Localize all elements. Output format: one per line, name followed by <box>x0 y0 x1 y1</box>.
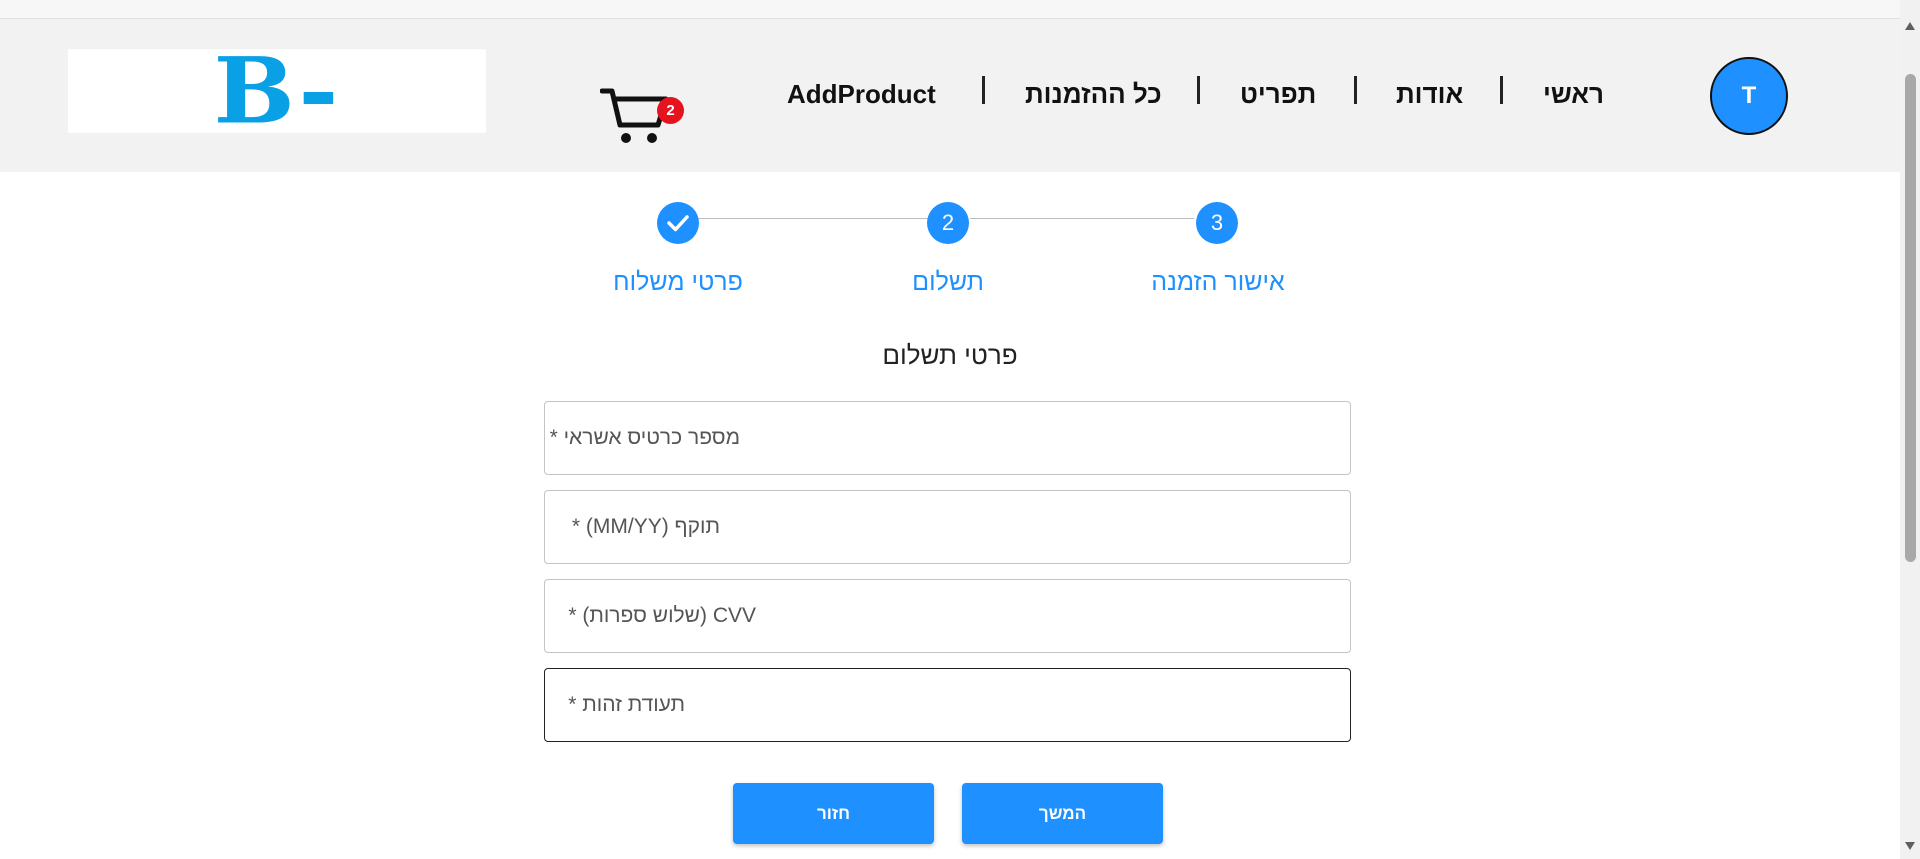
nav-item-about[interactable]: אודות <box>1396 79 1463 119</box>
form-title: פרטי תשלום <box>882 340 1018 370</box>
step-payment-number: 2 <box>927 202 969 244</box>
nav-separator <box>1354 76 1357 104</box>
step-label-shipping: פרטי משלוח <box>613 268 743 296</box>
nav-separator <box>1197 76 1200 104</box>
credit-card-label: מספר כרטיס אשראי * <box>549 426 740 449</box>
scroll-thumb[interactable] <box>1905 74 1916 562</box>
credit-card-field[interactable]: מספר כרטיס אשראי * <box>544 401 1351 475</box>
step-label-confirmation: אישור הזמנה <box>1151 268 1285 296</box>
page-scrollbar[interactable] <box>1900 0 1920 859</box>
id-number-label: תעודת זהות * <box>568 693 685 716</box>
expiry-label: תוקף (MM/YY) * <box>571 515 720 538</box>
nav-item-home[interactable]: ראשי <box>1543 79 1604 119</box>
step-label-payment: תשלום <box>912 268 984 296</box>
expiry-field[interactable]: תוקף (MM/YY) * <box>544 490 1351 564</box>
nav-separator <box>1500 76 1503 104</box>
step-shipping-completed <box>657 202 699 244</box>
stepper-connector <box>698 218 928 219</box>
nav-item-menu[interactable]: תפריט <box>1240 79 1316 119</box>
continue-button[interactable]: המשך <box>962 783 1163 844</box>
check-icon <box>667 215 689 232</box>
step-confirmation-number: 3 <box>1196 202 1238 244</box>
back-button[interactable]: חזור <box>733 783 934 844</box>
nav-separator <box>982 76 985 104</box>
cart-button[interactable]: 2 <box>600 67 684 147</box>
brand-logo[interactable]: B-FRESH <box>68 49 486 133</box>
site-header: B-FRESH 2 <box>0 19 1900 172</box>
id-number-field[interactable]: תעודת זהות * <box>544 668 1351 742</box>
nav-item-all-orders[interactable]: כל ההזמנות <box>1025 79 1162 119</box>
user-avatar[interactable]: T <box>1710 57 1788 135</box>
scroll-up-arrow-icon[interactable] <box>1905 22 1915 30</box>
browser-top-strip <box>0 0 1900 19</box>
stepper-connector <box>970 218 1194 219</box>
cvv-field[interactable]: CVV (שלוש ספרות) * <box>544 579 1351 653</box>
cart-count-badge: 2 <box>657 97 684 124</box>
cvv-label: CVV (שלוש ספרות) * <box>568 604 756 627</box>
scroll-down-arrow-icon[interactable] <box>1905 842 1915 850</box>
nav-item-add-product[interactable]: AddProduct <box>787 79 936 119</box>
